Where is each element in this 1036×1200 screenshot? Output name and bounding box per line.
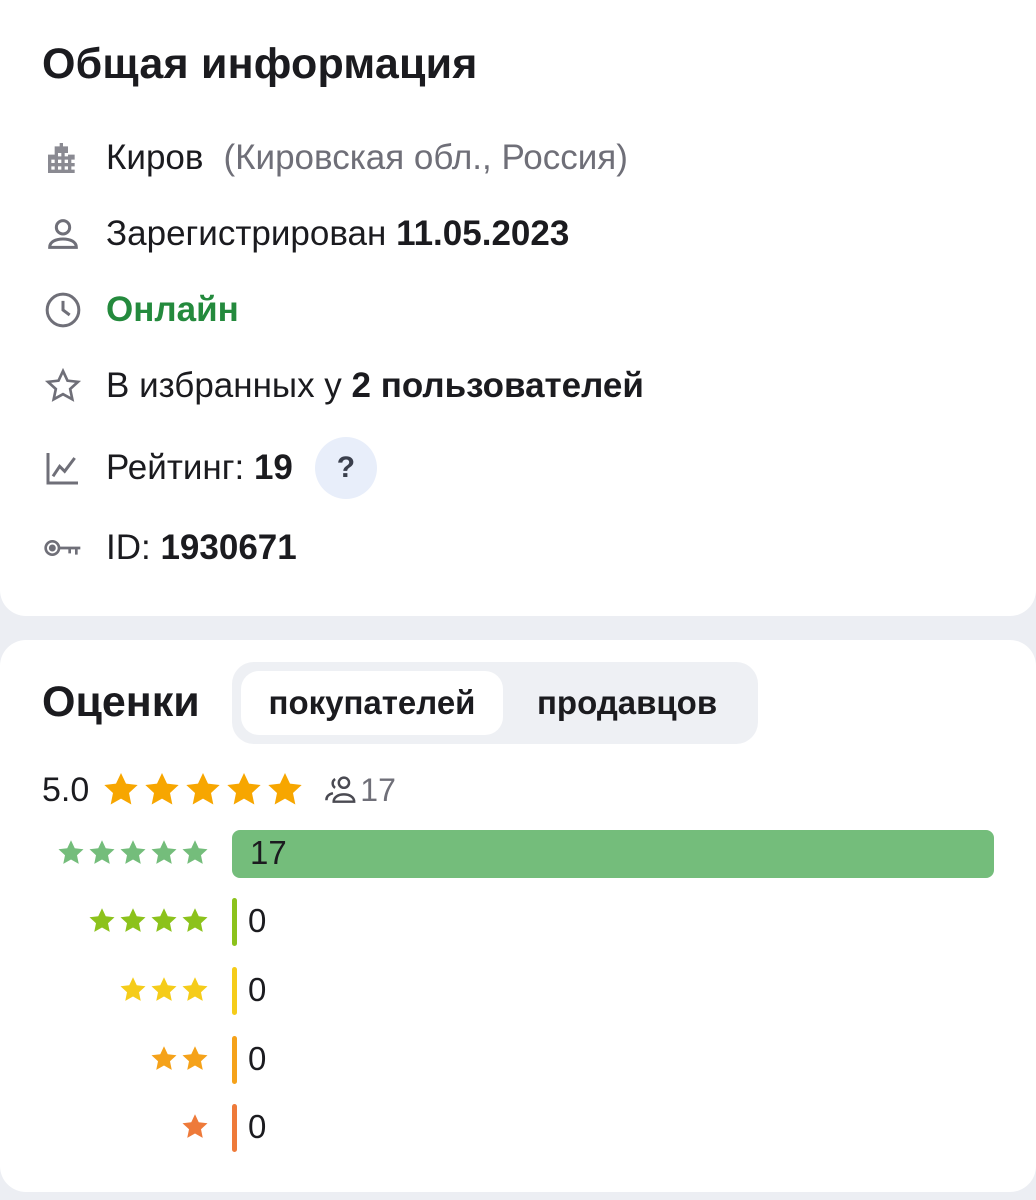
distribution-count: 0 (248, 971, 267, 1008)
star-icon (120, 840, 146, 864)
rating-help-button[interactable]: ? (314, 437, 377, 499)
star-icon (58, 840, 84, 864)
distribution-count: 17 (250, 834, 287, 871)
star-icon (186, 773, 220, 805)
region-name: (Кировская обл., Россия) (223, 138, 628, 177)
city-icon (42, 137, 84, 179)
general-info-card: Общая информация Киров (Кировская обл., … (0, 0, 1036, 616)
distribution-stars (117, 975, 210, 1005)
distribution-stars (148, 1044, 210, 1074)
distribution-row-2: 0 (0, 1036, 1036, 1086)
status-row: Онлайн (42, 288, 239, 332)
star-icon (182, 977, 208, 1001)
online-status: Онлайн (106, 290, 239, 329)
city-name: Киров (106, 138, 204, 177)
user-icon (42, 213, 84, 255)
star-icon (151, 977, 177, 1001)
distribution-stars (55, 838, 210, 868)
star-icon (182, 1114, 208, 1138)
star-icon (120, 977, 146, 1001)
distribution-bar (232, 898, 237, 946)
star-icon (145, 773, 179, 805)
distribution-count: 0 (248, 902, 267, 939)
general-info-title: Общая информация (42, 40, 478, 88)
clock-icon (42, 289, 84, 331)
star-icon (151, 840, 177, 864)
star-icon (151, 908, 177, 932)
distribution-row-3: 0 (0, 967, 1036, 1017)
distribution-bar (232, 1104, 237, 1152)
average-stars (101, 770, 306, 810)
id-row: ID: 1930671 (42, 526, 297, 570)
rating-label: Рейтинг: (106, 448, 245, 487)
star-outline-icon (42, 365, 84, 407)
star-icon (227, 773, 261, 805)
registered-label: Зарегистрирован (106, 214, 387, 253)
distribution-bar (232, 967, 237, 1015)
favorites-row: В избранных у 2 пользователей (42, 364, 644, 408)
star-icon (182, 840, 208, 864)
star-icon (120, 908, 146, 932)
average-rating: 5.0 (42, 770, 90, 809)
ratings-tabs: покупателей продавцов (232, 662, 758, 744)
id-value: 1930671 (160, 528, 297, 567)
distribution-row-5: 17 (0, 830, 1036, 880)
distribution-count: 0 (248, 1108, 267, 1145)
star-icon (151, 1046, 177, 1070)
ratings-title: Оценки (42, 678, 200, 726)
distribution-stars (86, 906, 210, 936)
distribution-count: 0 (248, 1040, 267, 1077)
rating-value: 19 (253, 448, 293, 487)
tab-buyers[interactable]: покупателей (241, 671, 503, 735)
distribution-bar (232, 1036, 237, 1084)
registered-date: 11.05.2023 (396, 214, 570, 253)
star-icon (104, 773, 138, 805)
users-icon (325, 776, 356, 803)
star-icon (182, 1046, 208, 1070)
rating-row: Рейтинг: 19 ? (42, 437, 377, 499)
distribution-bar (232, 830, 994, 878)
favorites-prefix: В избранных у (106, 366, 342, 405)
tab-sellers[interactable]: продавцов (503, 671, 739, 735)
ratings-card: Оценки покупателей продавцов 5.0 17 17 0 0… (0, 640, 1036, 1192)
rating-summary: 5.0 17 (42, 768, 396, 812)
star-icon (89, 840, 115, 864)
star-icon (89, 908, 115, 932)
star-icon (182, 908, 208, 932)
favorites-value: 2 пользователей (351, 366, 644, 405)
distribution-stars (179, 1112, 210, 1142)
registered-row: Зарегистрирован 11.05.2023 (42, 212, 569, 256)
chart-icon (42, 447, 84, 489)
key-icon (42, 527, 84, 569)
distribution-row-4: 0 (0, 898, 1036, 948)
reviewers-count: 17 (360, 771, 396, 808)
star-icon (268, 773, 302, 805)
id-label: ID: (106, 528, 151, 567)
distribution-row-1: 0 (0, 1104, 1036, 1154)
location-row: Киров (Кировская обл., Россия) (42, 136, 628, 180)
